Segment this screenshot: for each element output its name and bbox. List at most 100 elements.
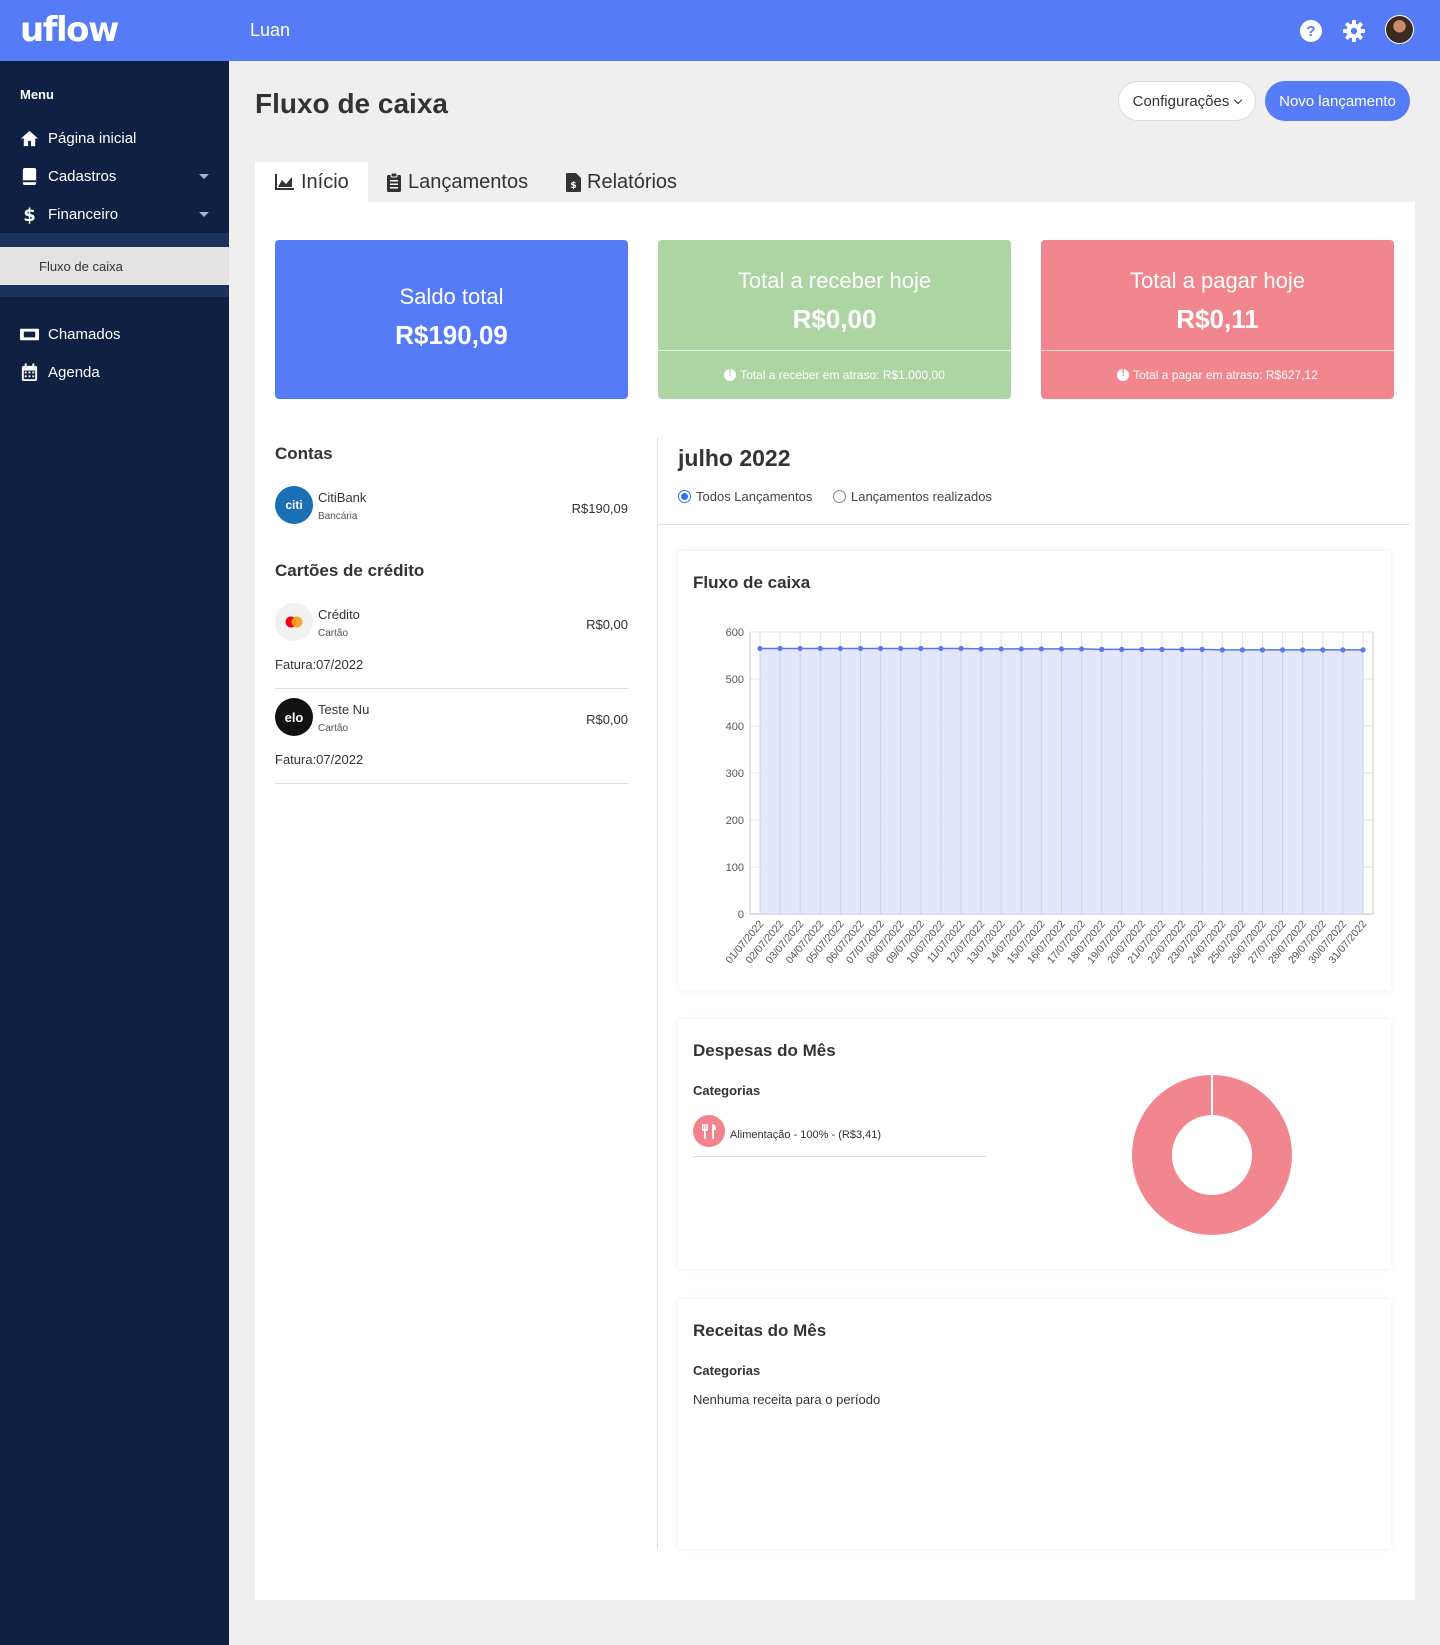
- data-point: [1219, 647, 1225, 653]
- novo-lancamento-button[interactable]: Novo lançamento: [1265, 81, 1410, 121]
- tab-inicio[interactable]: Início: [255, 162, 368, 202]
- elo-logo-icon: elo: [275, 698, 313, 736]
- fluxo-de-caixa-chart: 010020030040050060001/07/202202/07/20220…: [723, 627, 1374, 966]
- card-title: Saldo total: [399, 284, 504, 309]
- y-tick-label: 300: [726, 768, 744, 780]
- data-point: [1139, 646, 1145, 652]
- card-name[interactable]: Crédito: [318, 607, 360, 622]
- data-point: [1058, 646, 1065, 652]
- y-tick-label: 0: [738, 909, 744, 921]
- chevron-down-icon: [199, 212, 209, 217]
- book-icon: [22, 167, 37, 186]
- divider: [275, 783, 628, 784]
- svg-text:$: $: [570, 181, 576, 191]
- data-point: [1199, 646, 1205, 652]
- sidebar-item-agenda[interactable]: Agenda: [0, 354, 229, 390]
- data-point: [857, 645, 864, 652]
- data-point: [878, 645, 884, 652]
- card-footer-text: Total a receber em atraso: R$1.000,00: [740, 368, 945, 382]
- despesas-donut-chart: [1132, 1075, 1292, 1235]
- tab-label: Início: [301, 170, 349, 193]
- radio-unselected-icon: [833, 490, 846, 503]
- data-point: [1038, 646, 1044, 652]
- account-balance: R$190,09: [571, 501, 628, 516]
- sidebar-subitem-fluxo-de-caixa[interactable]: Fluxo de caixa: [0, 247, 229, 285]
- filter-todos-lancamentos[interactable]: Todos Lançamentos: [678, 489, 812, 504]
- data-point: [1079, 646, 1085, 652]
- tab-label: Lançamentos: [408, 170, 529, 193]
- data-point: [1340, 647, 1346, 653]
- card-type: Cartão: [318, 723, 349, 734]
- card-fatura: Fatura:07/2022: [275, 657, 364, 672]
- data-point: [797, 645, 803, 652]
- card-fatura: Fatura:07/2022: [275, 752, 364, 767]
- page-title: Fluxo de caixa: [255, 88, 448, 119]
- sidebar-item-pagina-inicial[interactable]: Página inicial: [0, 120, 229, 156]
- data-point: [978, 646, 984, 652]
- data-point: [898, 645, 904, 652]
- filter-label: Lançamentos realizados: [851, 489, 992, 504]
- app-logo[interactable]: uflow: [20, 10, 119, 50]
- invoice-icon: $: [566, 172, 581, 192]
- sidebar-item-label: Página inicial: [48, 130, 137, 147]
- card-footer: Total a receber em atraso: R$1.000,00: [658, 350, 1011, 399]
- sidebar-item-label: Financeiro: [48, 206, 119, 223]
- radio-selected-icon: [678, 490, 691, 503]
- user-avatar[interactable]: [1385, 15, 1414, 44]
- calendar-icon: [21, 363, 38, 382]
- data-point: [1360, 647, 1366, 653]
- account-name[interactable]: CitiBank: [318, 490, 366, 505]
- divider: [275, 688, 628, 689]
- card-balance: R$0,00: [586, 712, 628, 727]
- data-point: [777, 645, 783, 652]
- gear-icon[interactable]: [1342, 19, 1366, 43]
- despesas-do-mes-card: Despesas do Mês Categorias Alimentação -…: [678, 1019, 1391, 1269]
- ticket-icon: [20, 328, 39, 341]
- top-bar: uflow Luan ?: [0, 0, 1440, 61]
- svg-text:?: ?: [1306, 23, 1315, 40]
- month-label: julho 2022: [678, 445, 791, 471]
- mastercard-logo-icon: [275, 603, 313, 641]
- y-tick-label: 200: [726, 815, 744, 827]
- help-icon[interactable]: ?: [1299, 19, 1323, 43]
- area-chart-icon: [275, 174, 294, 190]
- data-point: [998, 646, 1004, 652]
- configuracoes-label: Configurações: [1132, 92, 1230, 110]
- card-value: R$0,00: [792, 304, 877, 334]
- info-icon: [1117, 368, 1130, 381]
- sidebar-item-label: Cadastros: [48, 168, 117, 185]
- sidebar-subitem-label: Fluxo de caixa: [39, 259, 123, 274]
- sidebar-item-label: Chamados: [48, 326, 121, 343]
- receitas-do-mes-card: Receitas do Mês Categorias Nenhuma recei…: [678, 1299, 1391, 1549]
- sidebar-item-financeiro[interactable]: $ Financeiro: [0, 196, 229, 232]
- card-name[interactable]: Teste Nu: [318, 702, 369, 717]
- data-point: [837, 645, 843, 652]
- y-tick-label: 600: [726, 627, 744, 639]
- tab-lancamentos[interactable]: Lançamentos: [386, 162, 528, 202]
- card-title: Total a pagar hoje: [1130, 268, 1305, 293]
- card-footer: Total a pagar em atraso: R$627,12: [1041, 350, 1394, 399]
- y-tick-label: 400: [726, 721, 744, 733]
- card-type: Cartão: [318, 628, 349, 639]
- tab-label: Relatórios: [587, 170, 678, 193]
- sidebar-item-cadastros[interactable]: Cadastros: [0, 158, 229, 194]
- total-receber-card: Total a receber hoje R$0,00 Total a rece…: [658, 240, 1011, 399]
- receitas-title: Receitas do Mês: [693, 1321, 827, 1340]
- info-icon: [724, 368, 737, 381]
- sidebar-item-chamados[interactable]: Chamados: [0, 316, 229, 352]
- account-type: Bancária: [318, 511, 358, 522]
- data-point: [1159, 646, 1165, 652]
- data-point: [1119, 646, 1125, 652]
- configuracoes-dropdown-button[interactable]: Configurações: [1118, 81, 1256, 121]
- tab-relatorios[interactable]: $ Relatórios: [566, 162, 677, 202]
- filter-lancamentos-realizados[interactable]: Lançamentos realizados: [833, 489, 992, 504]
- sidebar-item-label: Agenda: [48, 364, 100, 381]
- svg-text:$: $: [23, 205, 36, 224]
- menu-title: Menu: [20, 87, 54, 102]
- card-footer-text: Total a pagar em atraso: R$627,12: [1133, 368, 1318, 382]
- card-value: R$0,11: [1176, 304, 1259, 334]
- data-point: [1018, 646, 1024, 652]
- data-point: [757, 645, 763, 652]
- y-tick-label: 500: [726, 674, 744, 686]
- contas-title: Contas: [275, 444, 333, 463]
